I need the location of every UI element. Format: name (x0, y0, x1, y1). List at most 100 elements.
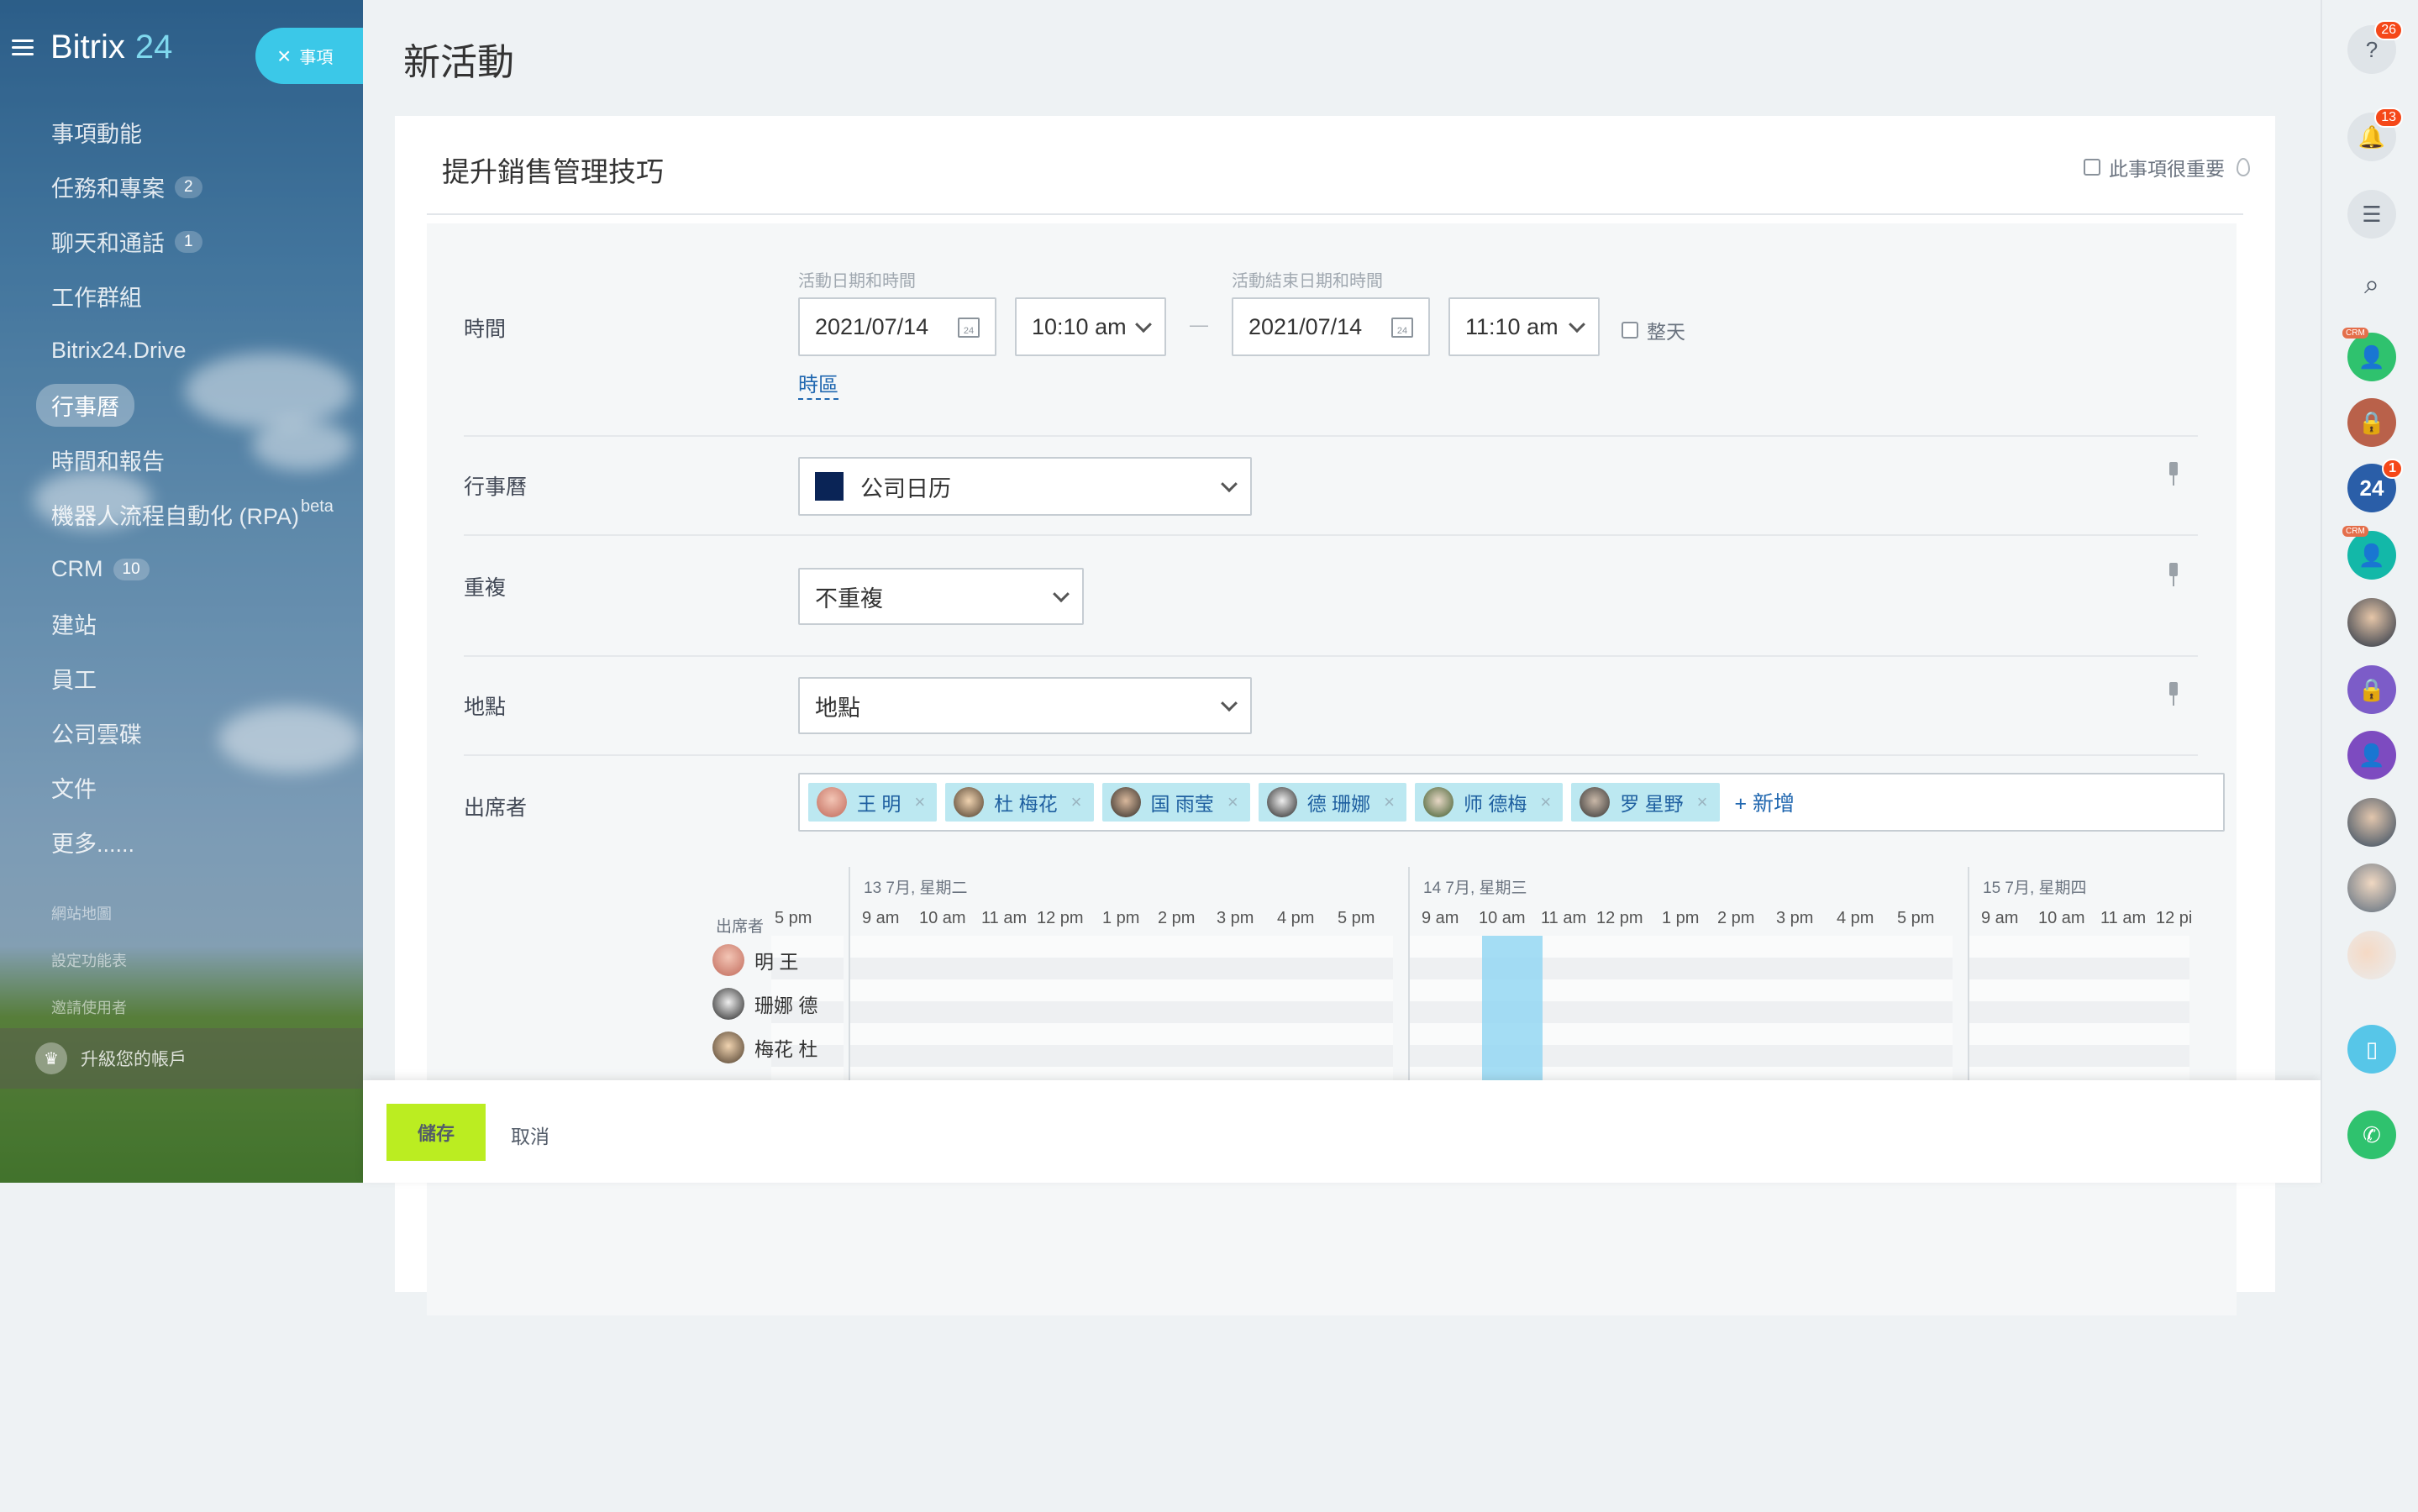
sidebar-item-feed[interactable]: 事項動能 (0, 105, 363, 160)
mobile-button[interactable]: ▯ (2347, 1025, 2396, 1074)
repeat-select[interactable]: 不重複 (798, 568, 1084, 625)
help-button[interactable]: ? 26 (2347, 20, 2403, 74)
remove-icon[interactable]: × (1227, 791, 1238, 813)
avatar[interactable] (2347, 798, 2396, 847)
important-toggle[interactable]: 此事項很重要 (2084, 153, 2250, 181)
timeline-grid (850, 936, 1393, 1104)
attendee-name: 杜 梅花 (994, 793, 1058, 815)
allday-toggle[interactable]: 整天 (1622, 316, 1685, 344)
add-label: 新增 (1753, 792, 1795, 816)
phone-device-icon: ▯ (2365, 1036, 2379, 1062)
chat-icon: ☰ (2362, 201, 2382, 227)
attendee-tag[interactable]: 王 明 × (808, 783, 938, 822)
sidebar-item-drive[interactable]: Bitrix24.Drive (0, 323, 363, 378)
remove-icon[interactable]: × (1540, 791, 1551, 813)
sidebar-item-groups[interactable]: 工作群組 (0, 269, 363, 323)
sidebar-item-label: 建站 (51, 613, 97, 638)
flame-icon (2237, 158, 2250, 176)
sidebar-item-employees[interactable]: 員工 (0, 651, 363, 706)
hour-label: 9 am (1422, 909, 1459, 927)
avatar[interactable] (2347, 931, 2396, 979)
avatar (954, 787, 985, 817)
bitrix-logo[interactable]: Bitrix 24 (12, 29, 172, 66)
sidebar-item-calendar[interactable]: 行事曆 (0, 378, 363, 433)
search-button[interactable]: ⌕ (2347, 260, 2396, 309)
config-menu-link[interactable]: 設定功能表 (51, 949, 127, 971)
remove-icon[interactable]: × (914, 791, 925, 813)
locked-chat-button[interactable]: 🔒 (2347, 665, 2396, 714)
remove-icon[interactable]: × (1697, 791, 1708, 813)
avatar (712, 944, 744, 976)
notifications-button[interactable]: 🔔 13 (2347, 108, 2403, 161)
crm-contact-button[interactable]: CRM 👤 (2342, 328, 2396, 381)
event-name-input[interactable]: 提升銷售管理技巧 (442, 150, 664, 190)
crm-contact-button[interactable]: CRM 👤 (2342, 526, 2396, 580)
timezone-link[interactable]: 時區 (798, 373, 838, 400)
calendar-icon[interactable]: 24 (958, 318, 980, 338)
location-select[interactable]: 地點 (798, 677, 1252, 734)
end-time-select[interactable]: 11:10 am (1448, 297, 1600, 356)
bitrix24-chat-button[interactable]: 24 1 (2347, 459, 2403, 512)
date-separator: — (1190, 314, 1208, 335)
b24-badge: 1 (2382, 459, 2403, 479)
sidebar-item-time[interactable]: 時間和報告 (0, 433, 363, 487)
avatar[interactable] (2347, 864, 2396, 912)
start-time-value: 10:10 am (1032, 313, 1127, 339)
sitemap-link[interactable]: 網站地圖 (51, 902, 112, 924)
remove-icon[interactable]: × (1384, 791, 1395, 813)
sidebar-item-crm[interactable]: CRM 10 (0, 542, 363, 596)
b24-text: 24 (2359, 475, 2384, 501)
cancel-button[interactable]: 取消 (511, 1121, 549, 1149)
allday-checkbox[interactable] (1622, 322, 1638, 339)
hour-label: 3 pm (1776, 909, 1814, 927)
messages-button[interactable]: ☰ (2347, 190, 2396, 239)
user-chat-button[interactable]: 👤 (2347, 731, 2396, 780)
right-bar: ? 26 🔔 13 ☰ ⌕ CRM 👤 🔒 24 1 CRM 👤 🔒 👤 ▯ ✆ (2321, 0, 2418, 1183)
save-button[interactable]: 儲存 (386, 1104, 486, 1161)
attendee-tag[interactable]: 杜 梅花 × (945, 783, 1094, 822)
sidebar-item-sites[interactable]: 建站 (0, 596, 363, 651)
close-event-button[interactable]: × 事項 (255, 28, 363, 84)
selected-time-range[interactable] (1482, 936, 1543, 1104)
upgrade-button[interactable]: ♛ 升級您的帳戶 (0, 1028, 363, 1089)
attendee-tag[interactable]: 罗 星野 × (1571, 783, 1720, 822)
sidebar-item-company-drive[interactable]: 公司雲碟 (0, 706, 363, 760)
add-attendee-button[interactable]: + 新增 (1735, 787, 1795, 817)
call-button[interactable]: ✆ (2347, 1110, 2396, 1159)
pin-icon[interactable] (2168, 682, 2179, 706)
repeat-row: 重複 不重複 (464, 536, 2198, 657)
sidebar-item-tasks[interactable]: 任務和專案 2 (0, 160, 363, 214)
person-name: 明 王 (754, 951, 799, 973)
attendee-tag[interactable]: 师 德梅 × (1415, 783, 1564, 822)
attendees-input[interactable]: 王 明 × 杜 梅花 × 国 雨莹 × 德 珊娜 × 师 德梅 × 罗 星野 × + 新增 (798, 773, 2225, 832)
bell-badge: 13 (2374, 108, 2403, 128)
calendar-icon[interactable]: 24 (1391, 318, 1413, 338)
start-time-select[interactable]: 10:10 am (1015, 297, 1166, 356)
start-date-input[interactable]: 2021/07/14 24 (798, 297, 996, 356)
sidebar-item-docs[interactable]: 文件 (0, 760, 363, 815)
sidebar-item-label: 更多...... (51, 832, 135, 857)
menu-icon[interactable] (12, 39, 34, 56)
attendee-tag[interactable]: 德 珊娜 × (1258, 783, 1406, 822)
hour-label: 4 pm (1837, 909, 1874, 927)
attendee-tag[interactable]: 国 雨莹 × (1101, 783, 1250, 822)
sidebar-item-more[interactable]: 更多...... (0, 815, 363, 869)
hour-label: 12 pi (2156, 909, 2193, 927)
sidebar-item-label: Bitrix24.Drive (51, 338, 187, 363)
sidebar-item-rpa[interactable]: 機器人流程自動化 (RPA) beta (0, 487, 363, 542)
sidebar-item-label: 工作群組 (51, 286, 142, 311)
end-date-input[interactable]: 2021/07/14 24 (1232, 297, 1430, 356)
calendar-select[interactable]: 公司日历 (798, 457, 1252, 516)
remove-icon[interactable]: × (1071, 791, 1082, 813)
pin-icon[interactable] (2168, 462, 2179, 486)
event-button-label: 事項 (299, 49, 334, 67)
important-checkbox[interactable] (2084, 159, 2100, 176)
invite-link[interactable]: 邀請使用者 (51, 996, 127, 1018)
sidebar-item-label: 事項動能 (51, 122, 142, 147)
locked-chat-button[interactable]: 🔒 (2347, 398, 2396, 447)
pin-icon[interactable] (2168, 563, 2179, 586)
sidebar-item-chat[interactable]: 聊天和通話 1 (0, 214, 363, 269)
logo-number: 24 (134, 29, 173, 66)
hour-label: 9 am (1981, 909, 2019, 927)
avatar[interactable] (2347, 598, 2396, 647)
